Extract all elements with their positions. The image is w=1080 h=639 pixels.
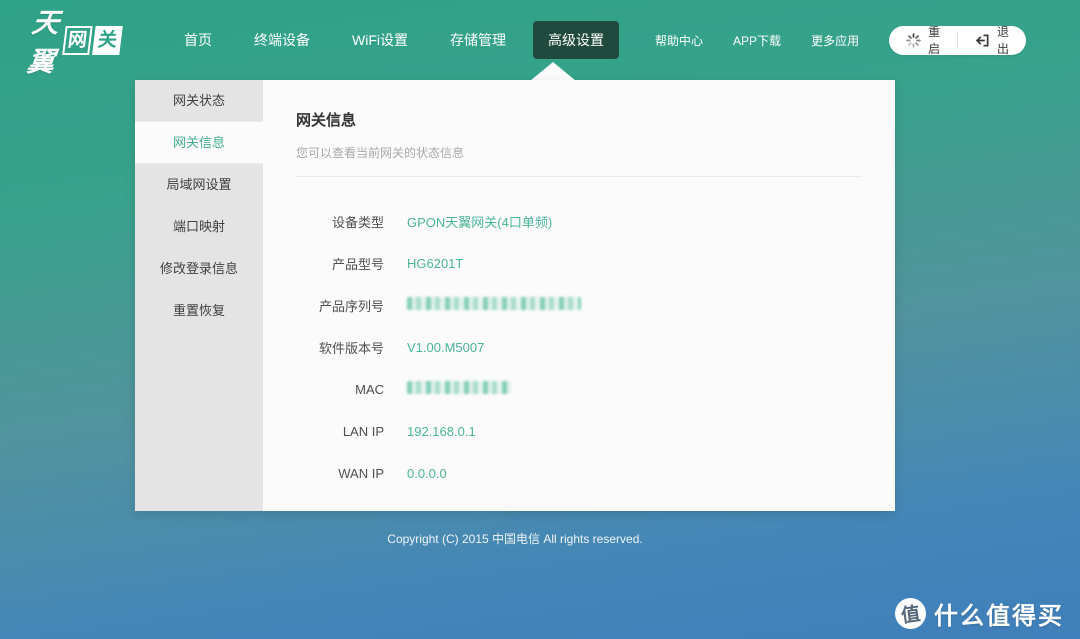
info-row-label: 产品序列号	[296, 296, 384, 315]
sidebar-item-5[interactable]: 重置恢复	[135, 290, 263, 332]
sidebar-item-3[interactable]: 端口映射	[135, 206, 263, 248]
logo-box-char-1: 网	[62, 26, 93, 55]
page-subtitle: 您可以查看当前网关的状态信息	[296, 144, 862, 161]
smzdm-watermark: 值 什么值得买	[895, 596, 1064, 631]
info-row-value: GPON天翼网关(4口单频)	[407, 212, 552, 231]
logout-button[interactable]: 退出	[958, 26, 1026, 55]
header-link-1[interactable]: APP下载	[733, 32, 781, 49]
gateway-info-rows: 设备类型 GPON天翼网关(4口单频) 产品型号 HG6201T 产品序列号软件版本号 V…	[296, 200, 862, 494]
nav-item-0[interactable]: 首页	[169, 21, 227, 59]
header-action-pill: 重启 退出	[889, 26, 1026, 55]
settings-panel: 网关状态网关信息局域网设置端口映射修改登录信息重置恢复 网关信息 您可以查看当前…	[135, 80, 895, 511]
info-row: MAC	[296, 368, 862, 410]
redacted-value	[407, 297, 581, 310]
top-nav: 首页终端设备 WiFi设置存储管理高级设置	[163, 21, 625, 59]
info-row-label: 产品型号	[296, 254, 384, 273]
info-row-label: 软件版本号	[296, 338, 384, 357]
header-link-2[interactable]: 更多应用	[811, 32, 859, 49]
restart-button[interactable]: 重启	[889, 26, 957, 55]
redacted-value	[407, 381, 511, 394]
info-row-label: MAC	[296, 382, 384, 397]
info-row-value: 0.0.0.0	[407, 466, 447, 481]
sidebar-item-2[interactable]: 局域网设置	[135, 164, 263, 206]
smzdm-watermark-text: 什么值得买	[934, 596, 1064, 631]
sidebar-item-0[interactable]: 网关状态	[135, 80, 263, 122]
info-row: WAN IP 0.0.0.0	[296, 452, 862, 494]
info-row-value	[407, 381, 511, 397]
copyright-footer: Copyright (C) 2015 中国电信 All rights reser…	[135, 530, 895, 547]
logo-box-char-2: 关	[92, 26, 123, 55]
info-row: LAN IP 192.168.0.1	[296, 410, 862, 452]
content-area: 网关信息 您可以查看当前网关的状态信息 设备类型 GPON天翼网关(4口单频) 产品…	[263, 80, 895, 511]
page-title: 网关信息	[296, 109, 862, 130]
logout-button-label: 退出	[997, 23, 1009, 57]
tianyi-gateway-logo[interactable]: 天翼 网 关	[25, 1, 126, 79]
nav-item-3[interactable]: 存储管理	[435, 21, 521, 59]
title-divider	[296, 176, 862, 177]
info-row-value: V1.00.M5007	[407, 340, 484, 355]
nav-item-4-active[interactable]: 高级设置	[533, 21, 619, 59]
info-row: 产品序列号	[296, 284, 862, 326]
smzdm-badge-icon: 值	[893, 596, 928, 631]
info-row: 产品型号 HG6201T	[296, 242, 862, 284]
sidebar-item-1-active[interactable]: 网关信息	[135, 122, 263, 164]
info-row-label: WAN IP	[296, 466, 384, 481]
restart-spinner-icon	[906, 33, 921, 48]
info-row-value: 192.168.0.1	[407, 424, 476, 439]
nav-item-2[interactable]: WiFi设置	[337, 21, 423, 59]
restart-button-label: 重启	[928, 23, 940, 57]
info-row: 设备类型 GPON天翼网关(4口单频)	[296, 200, 862, 242]
header-links: 帮助中心 APP下载 更多应用	[625, 32, 859, 49]
info-row-label: 设备类型	[296, 212, 384, 231]
info-row-value: HG6201T	[407, 256, 463, 271]
info-row: 软件版本号 V1.00.M5007	[296, 326, 862, 368]
logout-icon	[975, 33, 990, 48]
sidebar: 网关状态网关信息局域网设置端口映射修改登录信息重置恢复	[135, 80, 263, 511]
nav-item-1[interactable]: 终端设备	[239, 21, 325, 59]
header-link-0[interactable]: 帮助中心	[655, 32, 703, 49]
logo-text-main: 天翼	[25, 1, 63, 79]
sidebar-item-4[interactable]: 修改登录信息	[135, 248, 263, 290]
info-row-value	[407, 297, 581, 313]
info-row-label: LAN IP	[296, 424, 384, 439]
active-tab-arrow	[530, 62, 576, 81]
